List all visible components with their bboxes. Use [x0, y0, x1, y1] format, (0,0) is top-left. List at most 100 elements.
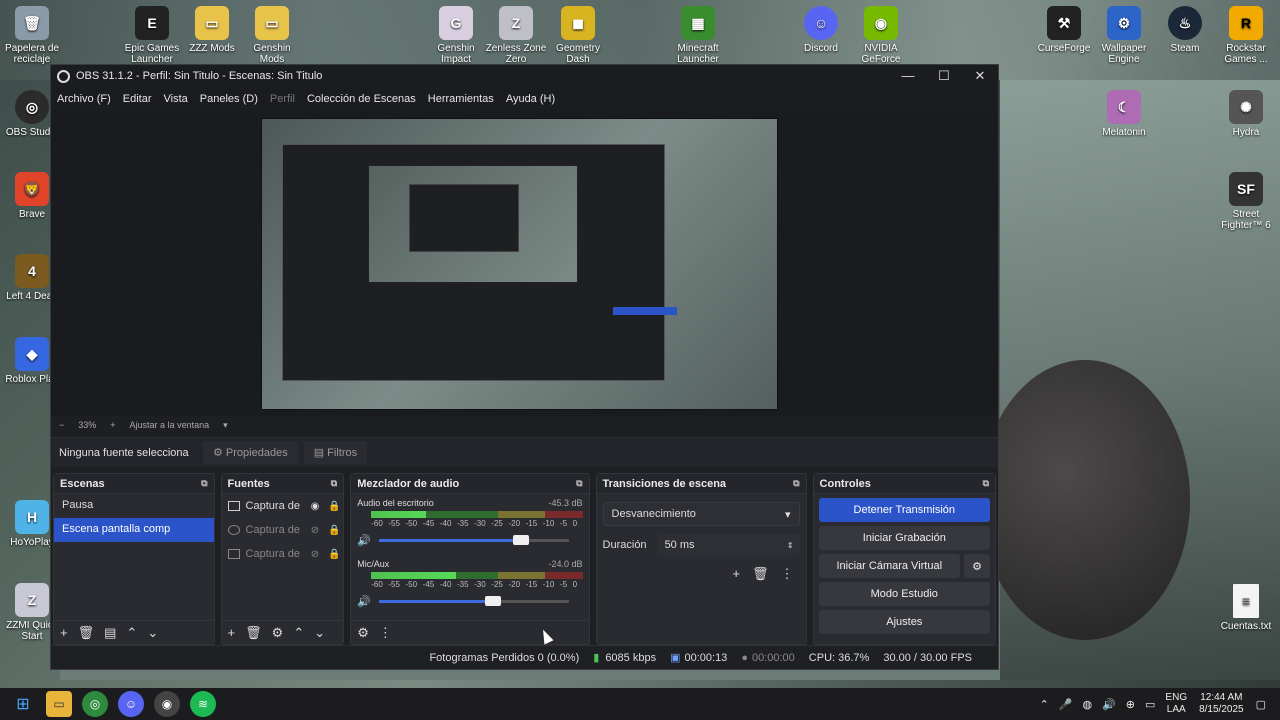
scene-item-escena-pantalla[interactable]: Escena pantalla comp	[54, 518, 214, 542]
spin-arrows-icon[interactable]: ⇕	[787, 541, 794, 550]
desktop-icon-genshin[interactable]: G Genshin Impact	[424, 6, 488, 65]
lock-icon[interactable]: 🔒	[328, 525, 340, 536]
source-item[interactable]: Captura de ⊘ 🔒	[222, 542, 344, 566]
chevron-down-icon[interactable]: ⌄	[147, 625, 158, 641]
menu-perfil[interactable]: Perfil	[270, 93, 295, 105]
desktop-icon-discord[interactable]: ☺ Discord	[789, 6, 853, 54]
source-item[interactable]: Captura de ◉ 🔒	[222, 494, 344, 518]
popout-icon[interactable]: ⧉	[331, 478, 337, 489]
chevron-up-icon[interactable]: ⌃	[1040, 698, 1049, 711]
chevron-up-icon[interactable]: ⌃	[293, 625, 304, 641]
add-icon[interactable]: +	[228, 625, 236, 640]
stop-streaming-button[interactable]: Detener Transmisión	[818, 498, 991, 522]
maximize-button[interactable]: ☐	[926, 68, 962, 84]
title-bar[interactable]: OBS 31.1.2 - Perfil: Sin Titulo - Escena…	[51, 65, 998, 87]
transition-select[interactable]: Desvanecimiento ▾	[602, 502, 800, 526]
desktop-icon-recycle-bin[interactable]: 🗑 Papelera de reciclaje	[0, 6, 64, 65]
scene-filters-icon[interactable]: ▤	[104, 625, 116, 641]
trash-icon[interactable]: 🗑	[752, 566, 769, 582]
desktop-icon-cuentas[interactable]: ≡ Cuentas.txt	[1214, 584, 1278, 632]
obs-taskbar-icon[interactable]: ◉	[154, 691, 180, 717]
duration-input[interactable]: 50 ms ⇕	[656, 534, 800, 556]
close-button[interactable]: ✕	[962, 68, 998, 84]
desktop-icon-minecraft[interactable]: ▦ Minecraft Launcher	[666, 6, 730, 65]
zoom-fit-select[interactable]: Ajustar a la ventana	[130, 420, 210, 430]
menu-herramientas[interactable]: Herramientas	[428, 93, 494, 105]
obs-window[interactable]: OBS 31.1.2 - Perfil: Sin Titulo - Escena…	[50, 64, 999, 670]
start-virtual-camera-button[interactable]: Iniciar Cámara Virtual	[818, 554, 961, 578]
settings-button[interactable]: Ajustes	[818, 610, 991, 634]
menu-coleccion-escenas[interactable]: Colección de Escenas	[307, 93, 416, 105]
popout-icon[interactable]: ⧉	[983, 478, 989, 489]
lock-icon[interactable]: 🔒	[328, 501, 340, 512]
lock-icon[interactable]: 🔒	[328, 549, 340, 560]
trash-icon[interactable]: 🗑	[245, 625, 262, 641]
microphone-icon[interactable]: 🎤	[1059, 698, 1073, 711]
desktop-icon-epic[interactable]: E Epic Games Launcher	[120, 6, 184, 65]
minimize-button[interactable]: —	[890, 68, 926, 84]
popout-icon[interactable]: ⧉	[576, 478, 582, 489]
desktop-icon-genshin-mods[interactable]: ▭ Genshin Mods	[240, 6, 304, 65]
desktop-icon-hydra[interactable]: ✺ Hydra	[1214, 90, 1278, 138]
advanced-audio-icon[interactable]: ⚙	[357, 625, 369, 641]
studio-mode-button[interactable]: Modo Estudio	[818, 582, 991, 606]
speaker-icon[interactable]: 🔊	[357, 534, 371, 547]
network-icon[interactable]: ⊕	[1126, 698, 1135, 711]
eye-hidden-icon[interactable]: ⊘	[308, 549, 322, 560]
desktop-icon-street-fighter[interactable]: SF Street Fighter™ 6	[1214, 172, 1278, 231]
chevron-down-icon[interactable]: ▾	[223, 420, 228, 431]
virtual-camera-settings-button[interactable]: ⚙	[964, 554, 991, 578]
desktop-icon-steam[interactable]: ♨ Steam	[1153, 6, 1217, 54]
eye-hidden-icon[interactable]: ⊘	[308, 525, 322, 536]
speaker-icon[interactable]: 🔊	[357, 595, 371, 608]
add-icon[interactable]: +	[732, 566, 740, 582]
menu-vista[interactable]: Vista	[164, 93, 188, 105]
display-icon[interactable]: ▭	[1145, 698, 1155, 711]
gear-icon[interactable]: ⚙	[272, 625, 284, 641]
zoom-in-button[interactable]: +	[110, 420, 115, 430]
more-icon[interactable]: ⋮	[379, 625, 392, 641]
volume-slider[interactable]	[378, 596, 569, 606]
desktop-icon-zzz-mods[interactable]: ▭ ZZZ Mods	[180, 6, 244, 54]
slider-knob[interactable]	[513, 535, 530, 545]
volume-slider[interactable]	[378, 535, 569, 545]
scene-item-pausa[interactable]: Pausa	[54, 494, 214, 518]
popout-icon[interactable]: ⧉	[201, 478, 207, 489]
desktop-icon-melatonin[interactable]: ☾ Melatonin	[1092, 90, 1156, 138]
discord-taskbar-icon[interactable]: ☺	[118, 691, 144, 717]
desktop-icon-nvidia[interactable]: ◉ NVIDIA GeForce	[849, 6, 913, 65]
slider-knob[interactable]	[484, 596, 501, 606]
steam-tray-icon[interactable]: ◍	[1082, 698, 1092, 711]
more-icon[interactable]: ⋮	[781, 566, 794, 582]
hoyoplay-icon: H	[15, 500, 49, 534]
zoom-out-button[interactable]: −	[59, 420, 64, 430]
desktop-icon-geometry-dash[interactable]: ◼ Geometry Dash	[546, 6, 610, 65]
menu-ayuda[interactable]: Ayuda (H)	[506, 93, 555, 105]
language-indicator[interactable]: ENG LAA	[1165, 692, 1187, 716]
windows-start-icon[interactable]: ⊞	[10, 691, 36, 717]
properties-button[interactable]: ⚙ Propiedades	[203, 441, 298, 464]
eye-icon[interactable]: ◉	[308, 501, 322, 512]
filters-button[interactable]: ▤ Filtros	[303, 441, 368, 464]
file-explorer-icon[interactable]: ▭	[46, 691, 72, 717]
desktop-icon-curseforge[interactable]: ⚒ CurseForge	[1032, 6, 1096, 54]
add-icon[interactable]: +	[60, 625, 68, 640]
spotify-icon[interactable]: ≋	[190, 691, 216, 717]
start-recording-button[interactable]: Iniciar Grabación	[818, 526, 991, 550]
speaker-icon[interactable]: 🔊	[1102, 698, 1116, 711]
popout-icon[interactable]: ⧉	[793, 478, 799, 489]
notification-icon[interactable]: ▢	[1256, 698, 1266, 711]
chevron-up-icon[interactable]: ⌃	[126, 625, 137, 641]
menu-editar[interactable]: Editar	[123, 93, 152, 105]
preview-canvas[interactable]	[261, 118, 778, 410]
source-item[interactable]: Captura de ⊘ 🔒	[222, 518, 344, 542]
desktop-icon-zzz[interactable]: Z Zenless Zone Zero	[484, 6, 548, 65]
menu-archivo[interactable]: Archivo (F)	[57, 93, 111, 105]
desktop-icon-rockstar[interactable]: R Rockstar Games ...	[1214, 6, 1278, 65]
desktop-icon-wallpaper-engine[interactable]: ⚙ Wallpaper Engine	[1092, 6, 1156, 65]
menu-paneles[interactable]: Paneles (D)	[200, 93, 258, 105]
trash-icon[interactable]: 🗑	[78, 625, 95, 641]
clock[interactable]: 12:44 AM 8/15/2025	[1199, 692, 1244, 716]
chevron-down-icon[interactable]: ⌄	[314, 625, 325, 641]
chrome-icon[interactable]: ◎	[82, 691, 108, 717]
